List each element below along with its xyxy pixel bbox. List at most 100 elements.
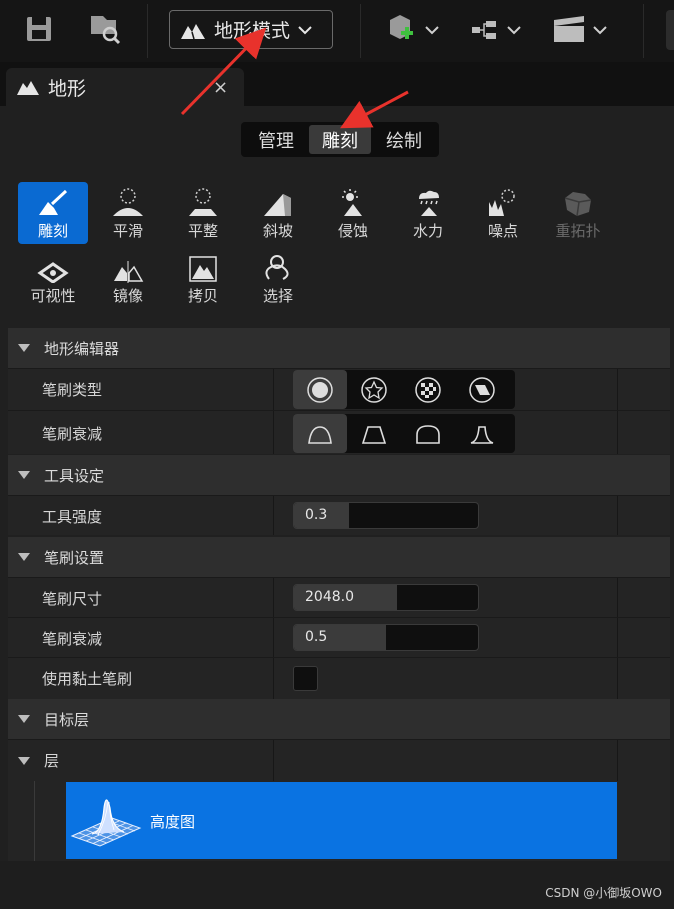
divider: [273, 740, 274, 781]
tool-noise[interactable]: 噪点: [468, 182, 538, 244]
falloff-value: 0.5: [305, 629, 328, 645]
prop-tool-strength: 工具强度 0.3: [8, 495, 670, 535]
landscape-mode-button[interactable]: 地形模式: [169, 10, 333, 49]
component-brush-button[interactable]: [455, 370, 509, 409]
tool-ramp[interactable]: 斜坡: [243, 182, 313, 244]
tab-landscape[interactable]: 地形 ×: [6, 68, 244, 106]
sculpt-icon: [36, 182, 70, 218]
divider: [273, 411, 274, 454]
watermark: CSDN @小御坂OWO: [545, 886, 662, 900]
pattern-brush-button[interactable]: [347, 370, 401, 409]
smooth-falloff-button[interactable]: [293, 414, 347, 453]
prop-brush-falloff: 笔刷衰减: [8, 410, 670, 454]
close-icon[interactable]: ×: [213, 77, 228, 98]
section-title: 笔刷设置: [44, 548, 105, 567]
linear-falloff-button[interactable]: [347, 414, 401, 453]
section-title: 工具设定: [44, 466, 105, 485]
tool-label: 拷贝: [187, 287, 218, 305]
brush-size-input[interactable]: 2048.0: [293, 584, 479, 611]
collapse-icon: [18, 471, 30, 479]
clay-brush-checkbox[interactable]: [293, 666, 318, 691]
flatten-icon: [186, 182, 220, 218]
section-title: 地形编辑器: [44, 339, 120, 358]
tab-sculpt[interactable]: 雕刻: [309, 125, 371, 154]
prop-label: 笔刷衰减: [42, 425, 103, 443]
layer-heightmap[interactable]: 高度图: [66, 782, 617, 859]
top-toolbar: 地形模式: [0, 0, 674, 62]
divider: [617, 618, 618, 657]
tool-label: 重拓扑: [555, 222, 601, 240]
tree-line: [34, 781, 35, 861]
prop-clay-brush: 使用黏土笔刷: [8, 657, 670, 699]
prop-label: 使用黏土笔刷: [42, 670, 133, 688]
mirror-icon: [111, 247, 145, 283]
section-target-layers[interactable]: 目标层: [8, 699, 670, 739]
tool-strength-input[interactable]: 0.3: [293, 502, 479, 529]
browse-icon[interactable]: [88, 12, 122, 46]
tool-label: 镜像: [112, 287, 143, 305]
alpha-brush-button[interactable]: [401, 370, 455, 409]
section-landscape-editor[interactable]: 地形编辑器: [8, 328, 670, 368]
tool-sculpt[interactable]: 雕刻: [18, 182, 88, 244]
tool-mirror[interactable]: 镜像: [93, 247, 163, 309]
cinematics-icon[interactable]: [550, 12, 610, 48]
tip-falloff-button[interactable]: [455, 414, 509, 453]
divider: [273, 618, 274, 657]
divider: [273, 658, 274, 699]
section-layers[interactable]: 层: [8, 739, 670, 781]
prop-brush-type: 笔刷类型: [8, 368, 670, 410]
blueprint-icon[interactable]: [470, 14, 526, 46]
tool-label: 雕刻: [37, 222, 68, 240]
divider: [617, 578, 618, 617]
tool-strength-value: 0.3: [305, 507, 328, 523]
divider: [273, 578, 274, 617]
add-actor-icon[interactable]: [384, 12, 444, 48]
prop-falloff: 笔刷衰减 0.5: [8, 617, 670, 657]
divider: [617, 658, 618, 699]
tool-retopologize[interactable]: 重拓扑: [543, 182, 613, 244]
ramp-icon: [261, 182, 295, 218]
section-title: 层: [44, 752, 60, 770]
prop-label: 工具强度: [42, 508, 103, 526]
prop-label: 笔刷衰减: [42, 630, 103, 648]
tab-manage[interactable]: 管理: [245, 125, 307, 154]
prop-brush-size: 笔刷尺寸 2048.0: [8, 577, 670, 617]
tab-paint[interactable]: 绘制: [373, 125, 435, 154]
toolbar-overflow[interactable]: [666, 10, 674, 50]
copy-icon: [186, 247, 220, 283]
divider: [617, 740, 618, 781]
spherical-falloff-button[interactable]: [401, 414, 455, 453]
section-tool-settings[interactable]: 工具设定: [8, 455, 670, 495]
mode-tabs: 管理 雕刻 绘制: [241, 122, 439, 157]
brush-size-value: 2048.0: [305, 589, 354, 605]
divider: [617, 369, 618, 410]
erosion-icon: [336, 182, 370, 218]
tool-label: 噪点: [487, 222, 518, 240]
tool-label: 可视性: [30, 287, 76, 305]
falloff-input[interactable]: 0.5: [293, 624, 479, 651]
visibility-icon: [36, 247, 70, 283]
tool-copy[interactable]: 拷贝: [168, 247, 238, 309]
layer-name: 高度图: [150, 813, 196, 831]
tool-erosion[interactable]: 侵蚀: [318, 182, 388, 244]
heightmap-icon: [70, 788, 142, 856]
collapse-icon: [18, 715, 30, 723]
select-icon: [261, 247, 295, 283]
section-title: 目标层: [44, 710, 90, 729]
tool-flatten[interactable]: 平整: [168, 182, 238, 244]
tool-label: 斜坡: [262, 222, 293, 240]
prop-label: 笔刷尺寸: [42, 590, 103, 608]
tool-select[interactable]: 选择: [243, 247, 313, 309]
tool-smooth[interactable]: 平滑: [93, 182, 163, 244]
noise-icon: [486, 182, 520, 218]
tool-label: 侵蚀: [337, 222, 368, 240]
save-icon[interactable]: [24, 14, 54, 44]
circle-brush-button[interactable]: [293, 370, 347, 409]
toolbar-separator: [147, 4, 148, 58]
tool-hydro[interactable]: 水力: [393, 182, 463, 244]
landscape-icon: [180, 20, 206, 40]
section-brush-settings[interactable]: 笔刷设置: [8, 537, 670, 577]
tool-visibility[interactable]: 可视性: [18, 247, 88, 309]
hydro-icon: [411, 182, 445, 218]
collapse-icon: [18, 757, 30, 765]
